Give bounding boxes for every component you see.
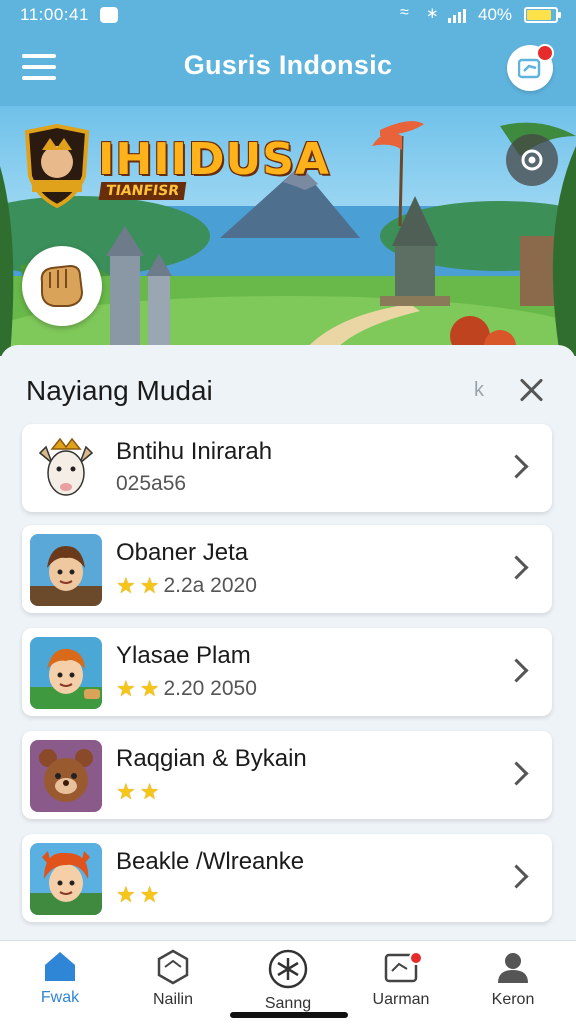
bear-avatar-icon xyxy=(30,740,102,812)
signal-icon xyxy=(448,9,466,23)
list-item[interactable]: Obaner Jeta ★ ★ 2.2a 2020 xyxy=(22,525,552,613)
boy-avatar-icon xyxy=(30,534,102,606)
item-thumbnail xyxy=(30,433,102,505)
item-name: Raqgian & Bykain xyxy=(116,745,307,772)
hexagon-icon xyxy=(157,949,189,985)
location-icon xyxy=(521,149,543,171)
sheet-title: Nayiang Mudai xyxy=(26,375,213,406)
item-thumbnail xyxy=(30,843,102,915)
list-item[interactable]: Raqgian & Bykain ★ ★ xyxy=(22,731,552,819)
home-icon xyxy=(45,952,75,981)
star-icon: ★ xyxy=(116,573,136,598)
item-meta: ★ ★ 2.20 2050 xyxy=(116,676,257,702)
banner-subtitle: TIANFISR xyxy=(98,182,187,200)
message-icon xyxy=(100,7,118,23)
item-name: Beakle /Wlreanke xyxy=(116,848,305,875)
chevron-right-icon xyxy=(508,862,524,890)
nav-label: Nailin xyxy=(152,991,193,1008)
notification-badge xyxy=(536,44,554,62)
nav-label: Sanng xyxy=(264,995,312,1012)
item-name: Bntihu Inirarah xyxy=(116,438,273,465)
item-meta: 025a56 xyxy=(116,472,187,495)
fox-girl-avatar-icon xyxy=(30,843,102,915)
status-time: 11:00:41 xyxy=(20,5,89,24)
list-item[interactable]: Beakle /Wlreanke ★ ★ xyxy=(22,834,552,922)
nav-label: Fwak xyxy=(40,989,80,1006)
chevron-right-icon xyxy=(508,759,524,787)
item-name: Obaner Jeta xyxy=(116,539,249,566)
item-meta: ★ ★ xyxy=(116,779,159,805)
sheet-k-button[interactable]: k xyxy=(474,379,484,402)
item-meta-text: 2.2a 2020 xyxy=(163,574,257,597)
star-icon: ★ xyxy=(116,676,136,701)
child-avatar-icon xyxy=(30,637,102,709)
item-meta: ★ ★ 2.2a 2020 xyxy=(116,573,257,599)
goat-avatar-icon xyxy=(30,433,102,505)
nav-badge xyxy=(409,951,423,965)
nav-item-home[interactable]: Fwak xyxy=(10,949,110,1024)
profile-icon xyxy=(498,953,528,983)
item-name: Ylasae Plam xyxy=(116,642,251,669)
list-item[interactable]: Ylasae Plam ★ ★ 2.20 2050 xyxy=(22,628,552,716)
banner-title: IHIIDUSA xyxy=(98,134,330,185)
notification-icon xyxy=(518,58,541,79)
page-title: Gusris Indonsic xyxy=(183,50,393,80)
star-icon: ★ xyxy=(139,573,160,598)
star-icon: ★ xyxy=(139,779,160,804)
glove-icon xyxy=(40,264,84,307)
battery-icon xyxy=(524,7,561,23)
chevron-right-icon xyxy=(508,656,524,684)
star-icon: ★ xyxy=(116,779,136,804)
wifi-icon: ≈ xyxy=(400,4,409,21)
close-icon[interactable] xyxy=(516,375,546,405)
star-icon: ★ xyxy=(116,882,136,907)
nav-item-uarman[interactable]: Uarman xyxy=(351,949,451,1024)
app-header: 11:00:41 ≈ ∗ 40% Gusris Indonsic xyxy=(0,0,576,106)
item-thumbnail xyxy=(30,740,102,812)
bluetooth-icon: ∗ xyxy=(426,5,439,22)
game-logo-shield xyxy=(24,124,90,208)
notification-button[interactable] xyxy=(507,44,554,91)
chevron-right-icon xyxy=(508,553,524,581)
battery-percent: 40% xyxy=(478,5,513,24)
avatar[interactable] xyxy=(22,246,102,326)
nav-item-keron[interactable]: Keron xyxy=(463,949,563,1024)
star-icon: ★ xyxy=(139,882,160,907)
nav-item-nailin[interactable]: Nailin xyxy=(123,949,223,1024)
hero-banner: IHIIDUSA TIANFISR xyxy=(0,106,576,356)
star-icon: ★ xyxy=(139,676,160,701)
item-thumbnail xyxy=(30,637,102,709)
chevron-right-icon xyxy=(508,452,524,480)
home-indicator xyxy=(230,1012,348,1018)
list-item[interactable]: Bntihu Inirarah 025a56 xyxy=(22,424,552,512)
status-bar: 11:00:41 ≈ ∗ 40% xyxy=(0,0,576,30)
asterisk-icon xyxy=(268,949,308,989)
item-thumbnail xyxy=(30,534,102,606)
location-button[interactable] xyxy=(506,134,558,186)
nav-label: Uarman xyxy=(372,991,430,1008)
item-meta-text: 2.20 2050 xyxy=(163,677,257,700)
item-meta: ★ ★ xyxy=(116,882,159,908)
nav-label: Keron xyxy=(491,991,535,1008)
